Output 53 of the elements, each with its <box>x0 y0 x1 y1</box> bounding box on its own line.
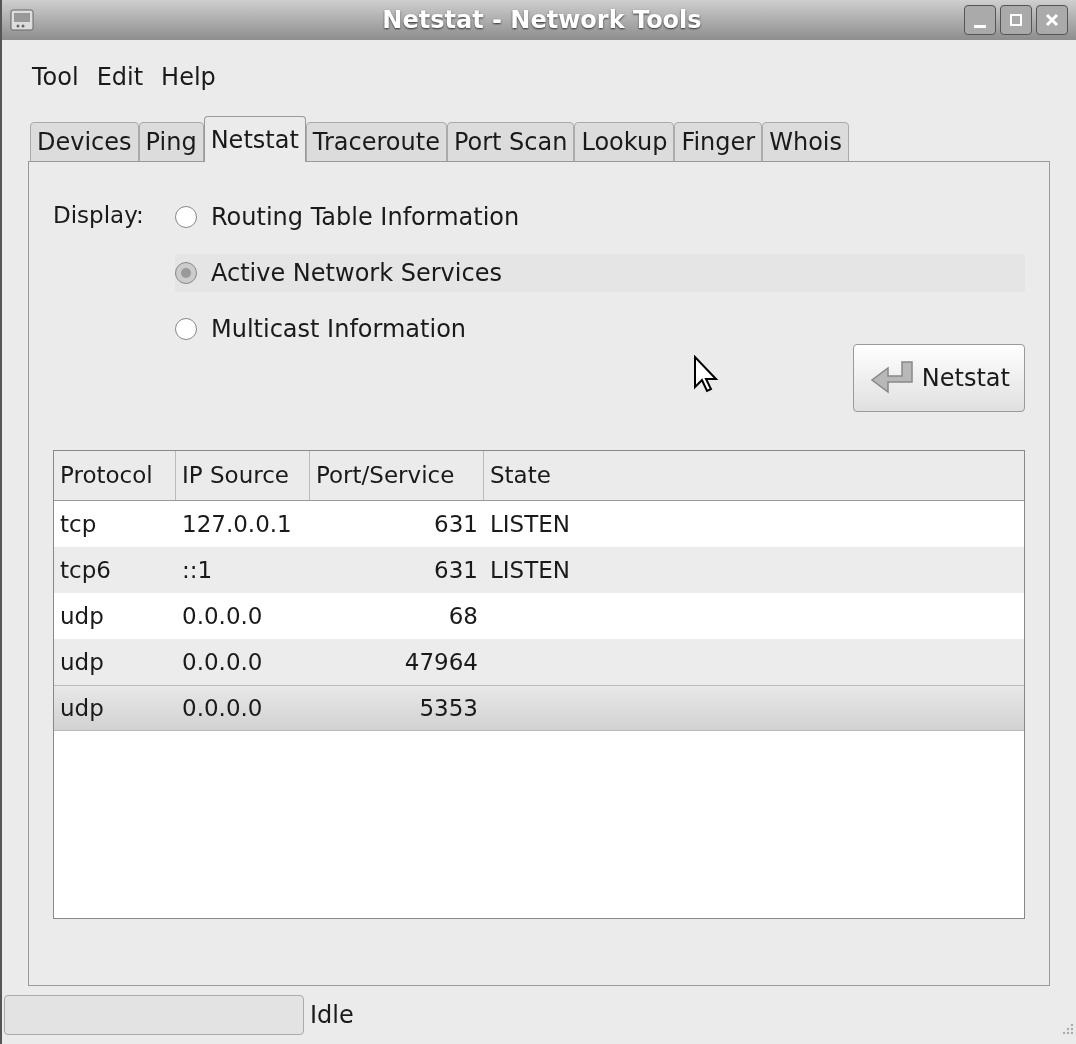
maximize-icon <box>1009 13 1023 27</box>
tab[interactable]: Traceroute <box>305 122 447 162</box>
table-cell: 127.0.0.1 <box>182 510 292 537</box>
netstat-button[interactable]: Netstat <box>852 344 1025 412</box>
table-cell: udp <box>60 694 104 721</box>
table-cell: udp <box>60 602 104 629</box>
window-title: Netstat - Network Tools <box>381 5 703 36</box>
radio-label: Active Network Services <box>211 258 502 289</box>
column-header[interactable]: IP Source <box>176 451 310 500</box>
table-cell: tcp6 <box>60 556 111 583</box>
display-label: Display: <box>53 201 145 230</box>
table-cell: 631 <box>434 556 478 583</box>
status-text: Idle <box>310 1000 354 1031</box>
table-cell: 68 <box>448 602 478 629</box>
radio-button[interactable] <box>175 262 197 284</box>
tab[interactable]: Finger <box>674 122 763 162</box>
minimize-icon <box>974 24 986 28</box>
table-row[interactable]: udp 0.0.0.0 5353 <box>54 685 1024 731</box>
table-cell: 5353 <box>419 694 478 721</box>
column-header[interactable]: Protocol <box>54 451 176 500</box>
table-row[interactable]: tcp6 ::1 631 LISTEN <box>54 547 1024 593</box>
tab[interactable]: Ping <box>138 122 204 162</box>
menu-item[interactable]: Tool <box>28 59 83 95</box>
table-cell: 631 <box>434 510 478 537</box>
menu-item[interactable]: Edit <box>92 59 148 95</box>
radio-button[interactable] <box>175 206 197 228</box>
table-cell: tcp <box>60 510 97 537</box>
tab[interactable]: Lookup <box>574 122 675 162</box>
menu-item[interactable]: Help <box>157 59 220 95</box>
table-cell: udp <box>60 648 104 675</box>
tab[interactable]: Whois <box>762 122 849 162</box>
table-cell: ::1 <box>182 556 213 583</box>
table-cell: 47964 <box>404 648 478 675</box>
table-row[interactable]: udp 0.0.0.0 47964 <box>54 639 1024 685</box>
mouse-pointer-icon <box>693 355 719 395</box>
column-header[interactable]: Port/Service <box>310 451 484 500</box>
table-cell: 0.0.0.0 <box>182 694 263 721</box>
table-cell: LISTEN <box>490 556 570 583</box>
tab[interactable]: Port Scan <box>446 122 575 162</box>
minimize-button[interactable] <box>964 5 996 35</box>
table-cell: LISTEN <box>490 510 570 537</box>
close-icon <box>1045 13 1059 27</box>
tab[interactable]: Devices <box>30 122 139 162</box>
table-cell: 0.0.0.0 <box>182 648 263 675</box>
close-button[interactable] <box>1036 5 1068 35</box>
column-header[interactable]: State <box>484 451 1024 500</box>
radio-label: Routing Table Information <box>211 202 520 233</box>
radio-label: Multicast Information <box>211 314 467 345</box>
table-cell: 0.0.0.0 <box>182 602 263 629</box>
tab[interactable]: Netstat <box>203 116 306 162</box>
maximize-button[interactable] <box>1000 5 1032 35</box>
radio-button[interactable] <box>175 318 197 340</box>
window-icon <box>10 8 34 32</box>
